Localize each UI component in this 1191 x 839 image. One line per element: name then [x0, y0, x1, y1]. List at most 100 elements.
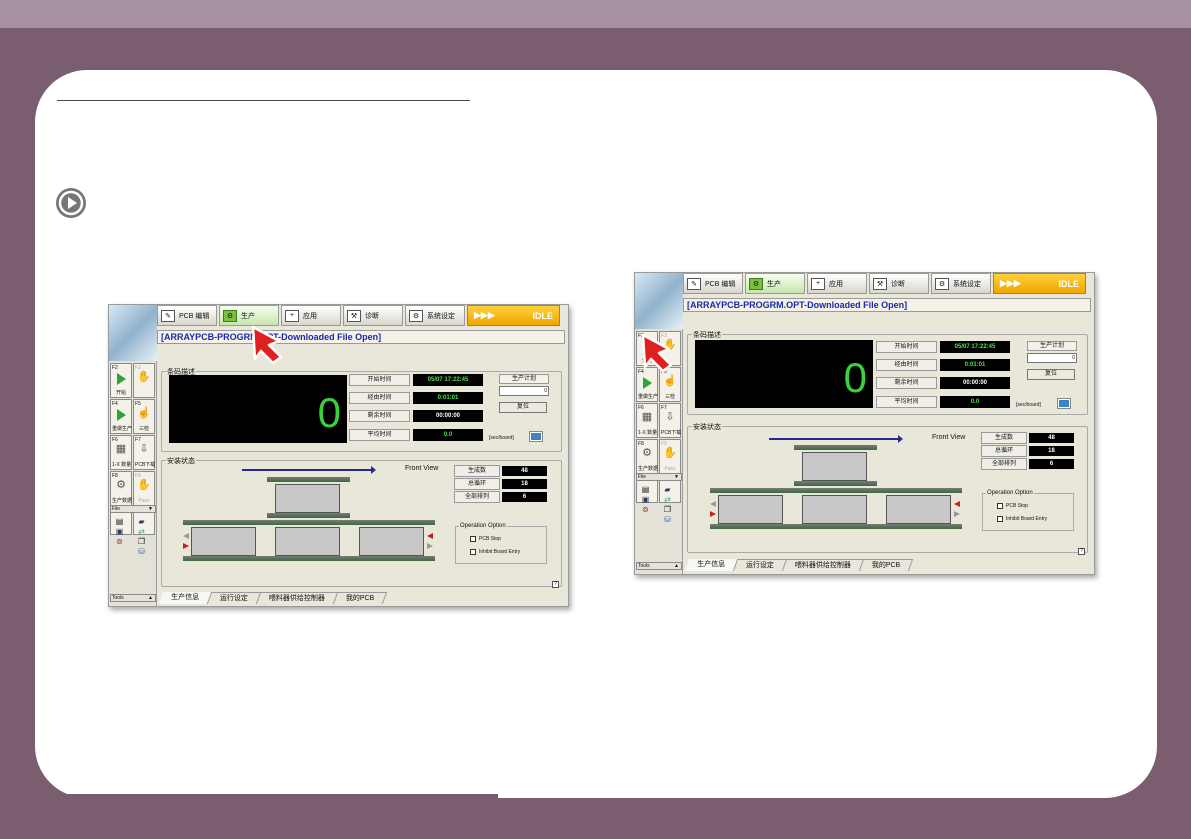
transfer-icon[interactable]: ⇄: [137, 527, 146, 536]
pcb-stop-label: PCB Stop: [1006, 503, 1028, 509]
production-count-value: 48: [502, 466, 547, 476]
new-file-icon[interactable]: ▤: [641, 485, 650, 494]
inhibit-board-label: Inhibit Board Entry: [479, 549, 521, 555]
tab-label: 我的PCB: [345, 595, 375, 602]
file-header[interactable]: File ▼: [110, 505, 156, 513]
reset-button[interactable]: 复位: [499, 402, 547, 413]
tab-label: 喂料器供给控制器: [268, 595, 325, 602]
key-caption: 生产数据: [112, 498, 133, 504]
tab-run-settings[interactable]: 运行设定: [207, 592, 262, 604]
idle-status-text: IDLE: [1058, 278, 1079, 289]
header-band: [0, 0, 1191, 28]
lower-board-cell-3: [359, 527, 424, 556]
average-time-value: 0.0: [413, 429, 483, 441]
quantity-key[interactable]: F6 ▦ 1-X 数量: [110, 435, 132, 470]
open-folder-icon[interactable]: ▰: [137, 517, 146, 526]
open-folder-icon[interactable]: ▰: [663, 485, 672, 494]
tab-feeder-control[interactable]: 喂料器供给控制器: [782, 559, 865, 571]
tab-my-pcb[interactable]: 我的PCB: [859, 559, 914, 571]
three-check-key[interactable]: F5 ☝ 三检: [133, 399, 155, 434]
copy-icon[interactable]: ❐: [137, 537, 146, 546]
file-header[interactable]: File ▼: [636, 473, 682, 481]
start-key[interactable]: F2 开始: [110, 363, 132, 398]
copy-icon[interactable]: ❐: [663, 505, 672, 514]
all-arrays-label: 全部排列: [454, 491, 500, 503]
inhibit-board-checkbox[interactable]: Inhibit Board Entry: [997, 516, 1047, 522]
lower-rail-top: [710, 488, 962, 493]
tab-production-info[interactable]: 生产信息: [158, 592, 213, 604]
upper-board-cell: [802, 452, 867, 481]
idle-arrows-icon: ▶▶▶: [1000, 278, 1021, 288]
checkbox-box[interactable]: [997, 516, 1003, 522]
pass-key[interactable]: F9 ✋ Pass: [133, 471, 155, 506]
production-data-key[interactable]: F8 ⚙ 生产数据: [110, 471, 132, 506]
all-arrays-value: 6: [1029, 459, 1074, 469]
database-icon[interactable]: ⛁: [137, 547, 146, 556]
tools-header[interactable]: Tools ▲: [636, 562, 682, 570]
pass-icon: ✋: [663, 447, 677, 459]
system-settings-button[interactable]: ⚙ 系统设定: [931, 273, 991, 294]
apply-button[interactable]: + 应用: [807, 273, 867, 294]
broadcast-icon[interactable]: ⊚: [115, 537, 124, 546]
production-gear-icon: ⚙: [749, 277, 763, 290]
pcb-edit-icon: ✎: [687, 277, 701, 290]
hand-key[interactable]: F3 ✋: [133, 363, 155, 398]
pcb-download-key[interactable]: F7 ⇩ PCB下载: [659, 403, 681, 438]
broadcast-icon[interactable]: ⊚: [641, 505, 650, 514]
tab-feeder-control[interactable]: 喂料器供给控制器: [256, 592, 339, 604]
production-count-label: 生成数: [454, 465, 500, 477]
system-settings-button[interactable]: ⚙ 系统设定: [405, 305, 465, 326]
flow-arrow: [242, 466, 376, 474]
data-gear-icon: ⚙: [642, 447, 652, 459]
production-plan-input[interactable]: 0: [1027, 353, 1077, 363]
quantity-key[interactable]: F6 ▦ 1-X 数量: [636, 403, 658, 438]
production-plan-input[interactable]: 0: [499, 386, 549, 396]
production-data-key[interactable]: F8 ⚙ 生产数据: [636, 439, 658, 474]
save-icon[interactable]: ▣: [115, 527, 124, 536]
save-icon[interactable]: ▣: [641, 495, 650, 504]
help-button[interactable]: ?: [552, 581, 559, 588]
checkbox-box[interactable]: [470, 549, 476, 555]
production-count-label: 生成数: [981, 432, 1027, 444]
footer-band: [0, 794, 498, 839]
redo-production-key[interactable]: F4 重做生产: [110, 399, 132, 434]
lower-board-cell-1: [718, 495, 783, 524]
inhibit-board-checkbox[interactable]: Inhibit Board Entry: [470, 549, 520, 555]
pcb-edit-button[interactable]: ✎ PCB 编辑: [683, 273, 743, 294]
tab-my-pcb[interactable]: 我的PCB: [333, 592, 388, 604]
tab-label: 运行设定: [219, 595, 248, 602]
board-icon: [529, 431, 543, 442]
new-file-icon[interactable]: ▤: [115, 517, 124, 526]
remaining-time-label: 剩余时间: [349, 410, 410, 422]
board-count-display: 0: [695, 340, 873, 408]
lower-rail-bottom: [183, 556, 435, 561]
grid-icon: ▦: [115, 443, 127, 455]
key-caption: PCB下载: [135, 462, 156, 468]
tab-production-info[interactable]: 生产信息: [684, 559, 739, 571]
diagnose-label: 诊断: [891, 280, 905, 288]
diagnose-button[interactable]: ⚒ 诊断: [343, 305, 403, 326]
start-time-label: 开始时间: [349, 374, 410, 386]
production-button[interactable]: ⚙ 生产: [745, 273, 805, 294]
play-circle-icon[interactable]: [55, 187, 87, 219]
transfer-icon[interactable]: ⇄: [663, 495, 672, 504]
pcb-stop-checkbox[interactable]: PCB Stop: [470, 536, 501, 542]
total-cycle-value: 18: [1029, 446, 1074, 456]
database-icon[interactable]: ⛁: [663, 515, 672, 524]
key-caption: PCB下载: [661, 430, 682, 436]
grid-icon: ▦: [641, 411, 653, 423]
file-label: File: [638, 474, 647, 480]
pass-key[interactable]: F9 ✋ Pass: [659, 439, 681, 474]
reset-button[interactable]: 复位: [1027, 369, 1075, 380]
pcb-download-key[interactable]: F7 ⇩ PCB下载: [133, 435, 155, 470]
checkbox-box[interactable]: [470, 536, 476, 542]
tab-run-settings[interactable]: 运行设定: [733, 559, 788, 571]
screenshot-2: ✎ PCB 编辑 ⚙ 生产 + 应用 ⚒ 诊断 ⚙ 系统设定 ▶▶▶ IDLE [ARRAY…: [634, 272, 1095, 575]
diagnose-button[interactable]: ⚒ 诊断: [869, 273, 929, 294]
checkbox-box[interactable]: [997, 503, 1003, 509]
help-button[interactable]: ?: [1078, 548, 1085, 555]
tools-header[interactable]: Tools ▲: [110, 594, 156, 602]
title-underline: [57, 100, 470, 101]
pcb-stop-checkbox[interactable]: PCB Stop: [997, 503, 1028, 509]
pcb-edit-button[interactable]: ✎ PCB 编辑: [157, 305, 217, 326]
